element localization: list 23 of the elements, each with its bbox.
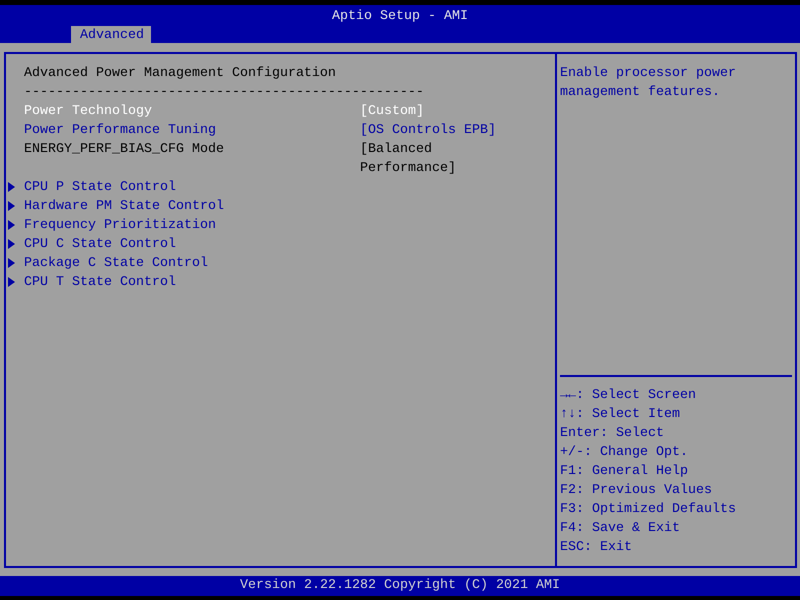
key-hint: F4: Save & Exit [560,520,680,538]
submenu-item[interactable]: CPU T State Control [6,273,176,292]
key-hint: F2: Previous Values [560,482,712,500]
separator-line: -------------------------------------------------- [24,84,424,102]
tab[interactable]: Advanced [71,26,151,43]
help-text: Enable processor power management features. [560,65,737,102]
version-text: Version 2.22.1282 Copyright (C) 2021 AMI [240,577,560,595]
submenu-item[interactable]: CPU P State Control [6,178,176,197]
setting-value[interactable]: [OS Controls EPB] [360,121,496,140]
key-hint: ESC: Exit [560,539,632,557]
key-hint: ↑↓: Select Item [560,406,680,424]
submenu-item[interactable]: Frequency Prioritization [6,216,216,235]
key-hint: F1: General Help [560,463,688,481]
key-hint: F3: Optimized Defaults [560,501,736,519]
key-hint: +/-: Change Opt. [560,444,688,462]
window-title: Aptio Setup - AMI [332,8,468,26]
submenu-item[interactable]: Package C State Control [6,254,208,273]
key-hint: Enter: Select [560,425,664,443]
setting-label[interactable]: Power Performance Tuning [24,121,360,140]
submenu-item[interactable]: Hardware PM State Control [6,197,224,216]
submenu-item[interactable]: CPU C State Control [6,235,176,254]
key-hint: →←: Select Screen [560,387,696,405]
page-heading: Advanced Power Management Configuration [24,65,336,83]
